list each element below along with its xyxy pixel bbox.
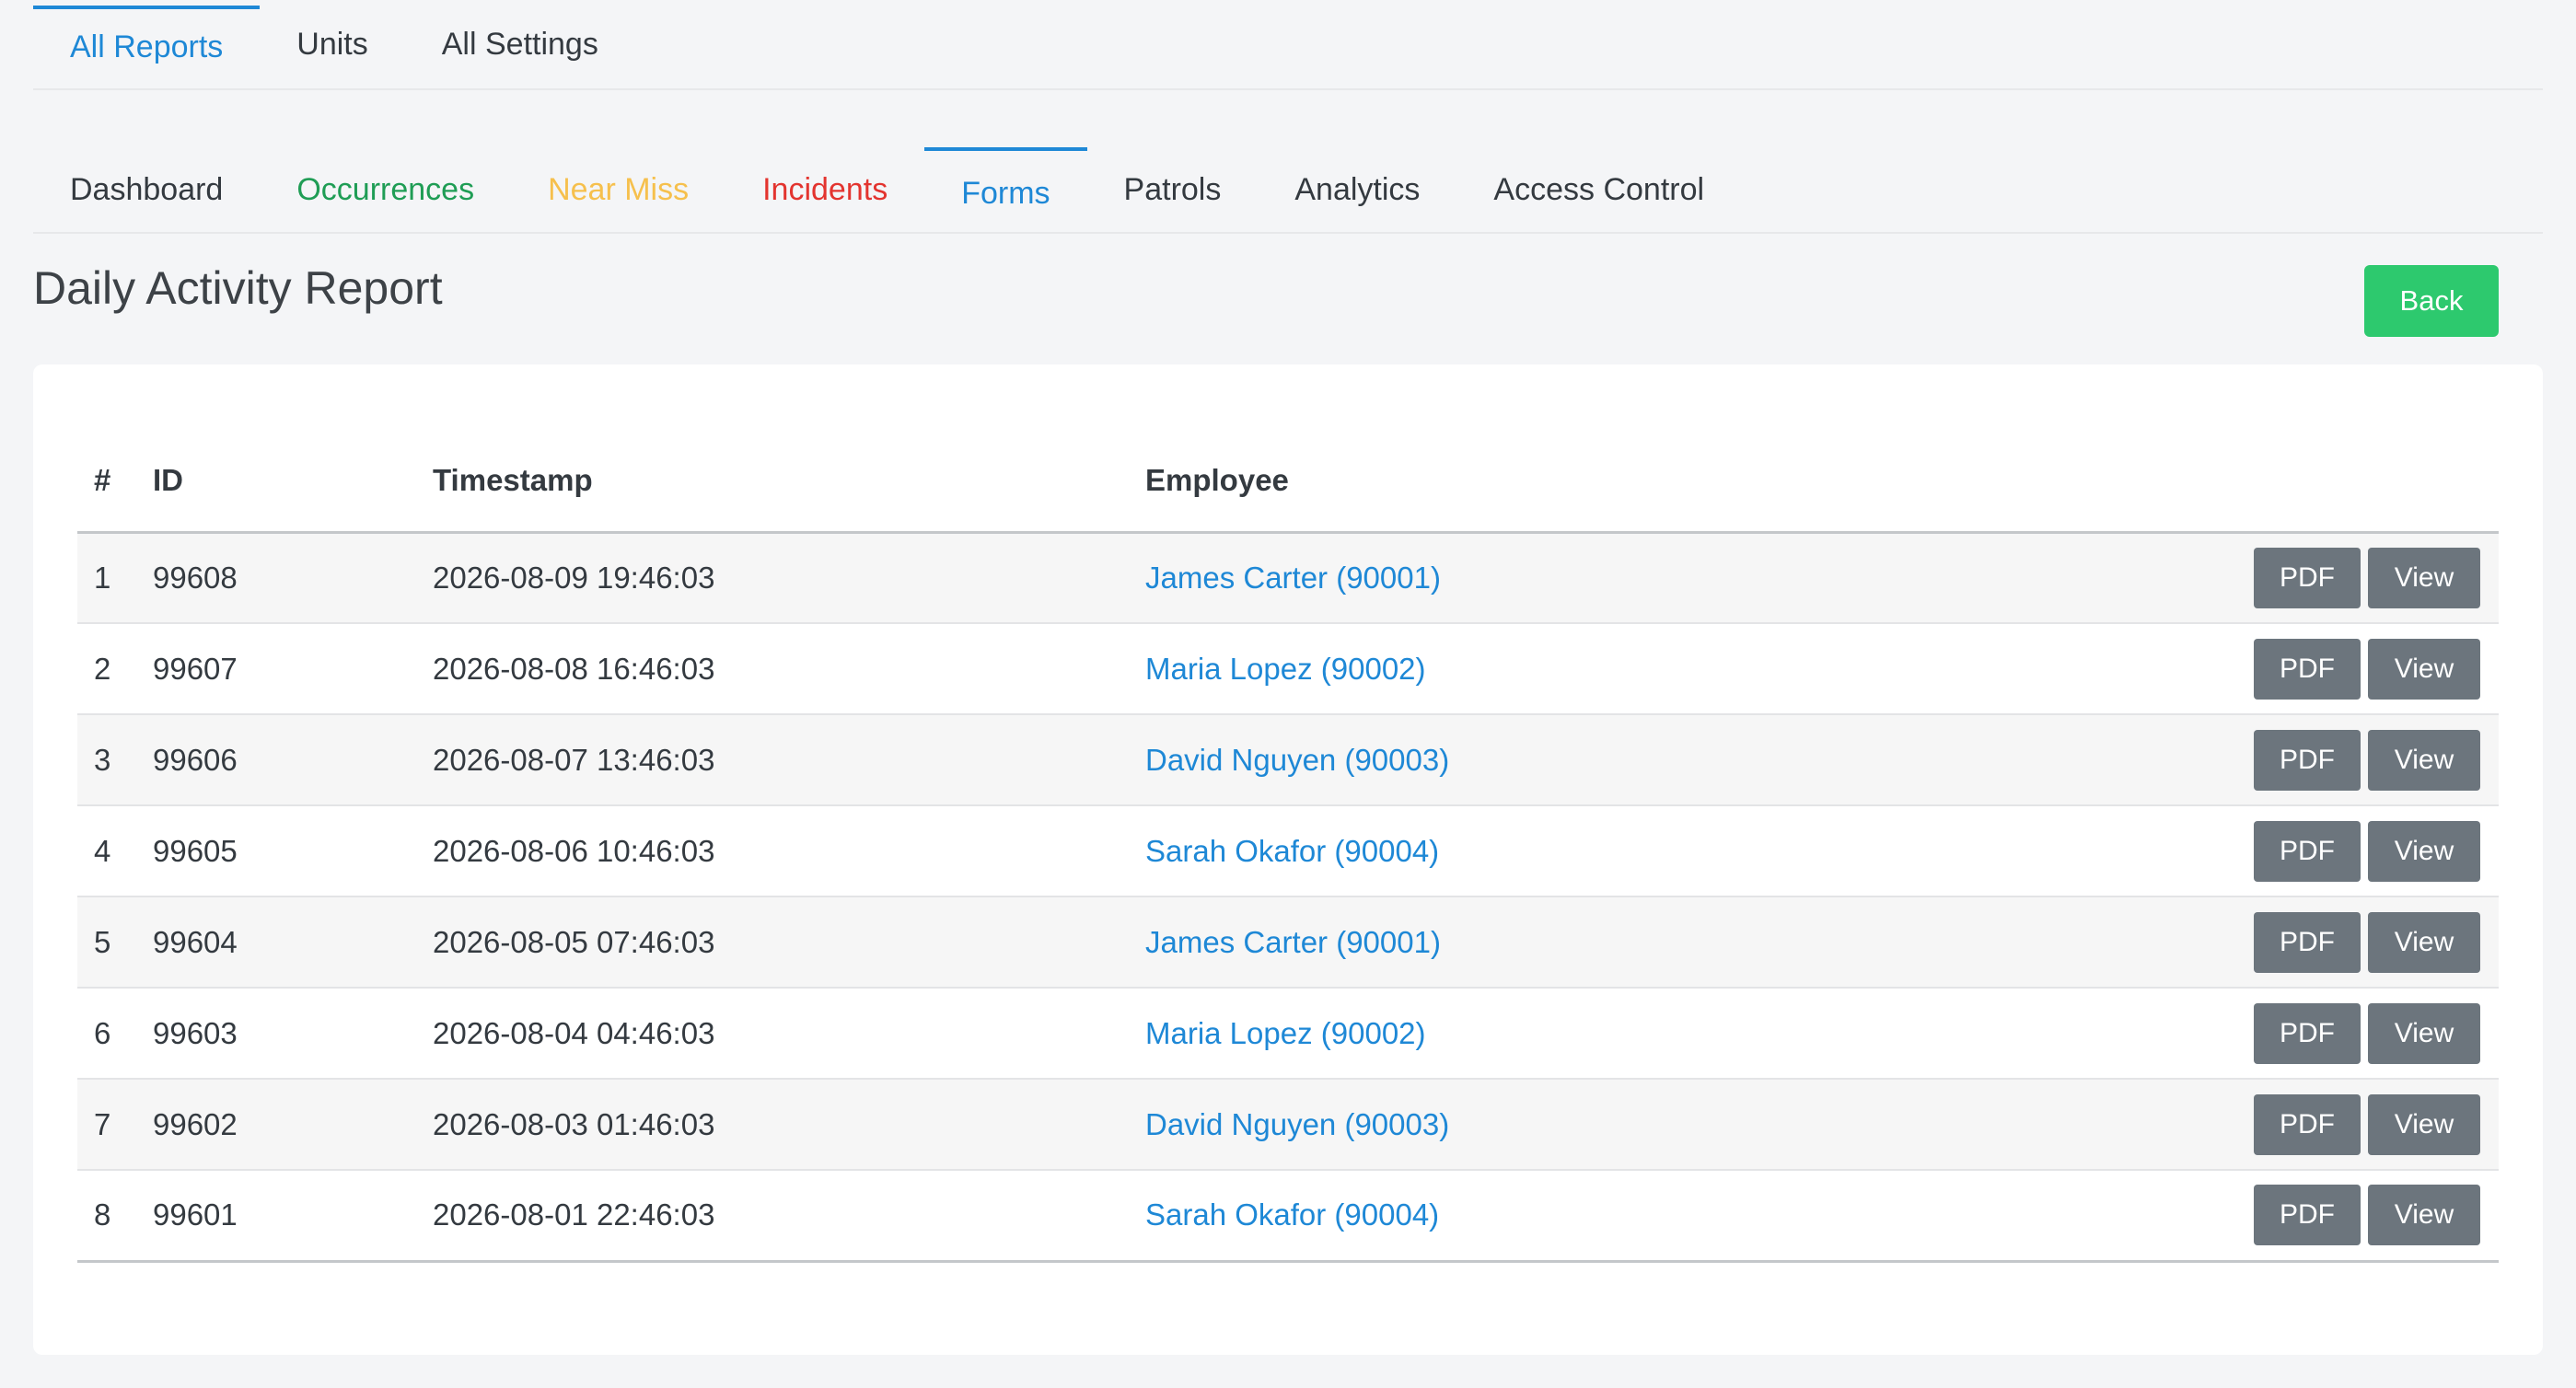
row-number: 5 (77, 896, 153, 989)
row-timestamp: 2026-08-03 01:46:03 (433, 1079, 1145, 1171)
row-actions: PDF View (1895, 1079, 2499, 1171)
row-timestamp: 2026-08-05 07:46:03 (433, 896, 1145, 989)
table-row: 3 99606 2026-08-07 13:46:03 David Nguyen… (77, 714, 2499, 806)
column-header-number: # (77, 431, 153, 534)
pdf-button[interactable]: PDF (2254, 1093, 2361, 1155)
pdf-button[interactable]: PDF (2254, 1002, 2361, 1064)
back-button[interactable]: Back (2364, 265, 2499, 337)
top-tab-bar: All Reports Units All Settings (33, 0, 2543, 90)
row-timestamp: 2026-08-06 10:46:03 (433, 805, 1145, 897)
tab-analytics[interactable]: Analytics (1258, 147, 1456, 232)
row-actions: PDF View (1895, 805, 2499, 897)
employee-link[interactable]: David Nguyen (90003) (1145, 743, 1449, 777)
view-button[interactable]: View (2368, 1185, 2480, 1246)
row-id: 99606 (153, 714, 433, 806)
row-actions: PDF View (1895, 896, 2499, 989)
employee-link[interactable]: Maria Lopez (90002) (1145, 652, 1426, 686)
table-row: 7 99602 2026-08-03 01:46:03 David Nguyen… (77, 1079, 2499, 1171)
table-row: 2 99607 2026-08-08 16:46:03 Maria Lopez … (77, 623, 2499, 715)
table-row: 1 99608 2026-08-09 19:46:03 James Carter… (77, 532, 2499, 624)
report-category-tab-bar: Dashboard Occurrences Near Miss Incident… (33, 90, 2543, 234)
column-header-timestamp: Timestamp (433, 431, 1145, 534)
row-timestamp: 2026-08-07 13:46:03 (433, 714, 1145, 806)
row-id: 99602 (153, 1079, 433, 1171)
view-button[interactable]: View (2368, 1093, 2480, 1155)
table-row: 4 99605 2026-08-06 10:46:03 Sarah Okafor… (77, 805, 2499, 897)
row-number: 6 (77, 988, 153, 1080)
row-id: 99608 (153, 532, 433, 624)
row-actions: PDF View (1895, 623, 2499, 715)
tab-all-settings[interactable]: All Settings (405, 0, 635, 88)
tab-forms[interactable]: Forms (924, 147, 1087, 232)
pdf-button[interactable]: PDF (2254, 729, 2361, 791)
row-number: 8 (77, 1170, 153, 1263)
row-employee-cell: Sarah Okafor (90004) (1145, 1170, 1896, 1263)
tab-near-miss[interactable]: Near Miss (511, 147, 725, 232)
view-button[interactable]: View (2368, 820, 2480, 882)
row-actions: PDF View (1895, 1170, 2499, 1263)
row-id: 99607 (153, 623, 433, 715)
row-number: 1 (77, 532, 153, 624)
employee-link[interactable]: David Nguyen (90003) (1145, 1107, 1449, 1141)
row-timestamp: 2026-08-09 19:46:03 (433, 532, 1145, 624)
row-id: 99601 (153, 1170, 433, 1263)
view-button[interactable]: View (2368, 547, 2480, 608)
page: All Reports Units All Settings Dashboard… (0, 0, 2576, 1388)
page-header: Daily Activity Report Back (33, 234, 2543, 364)
tab-patrols[interactable]: Patrols (1087, 147, 1259, 232)
row-employee-cell: James Carter (90001) (1145, 896, 1896, 989)
row-number: 2 (77, 623, 153, 715)
tab-incidents[interactable]: Incidents (725, 147, 924, 232)
row-timestamp: 2026-08-08 16:46:03 (433, 623, 1145, 715)
report-card: # ID Timestamp Employee 1 99608 2026-08-… (33, 364, 2543, 1355)
row-id: 99604 (153, 896, 433, 989)
view-button[interactable]: View (2368, 911, 2480, 973)
pdf-button[interactable]: PDF (2254, 547, 2361, 608)
tab-units[interactable]: Units (260, 0, 404, 88)
pdf-button[interactable]: PDF (2254, 820, 2361, 882)
row-id: 99603 (153, 988, 433, 1080)
tab-dashboard[interactable]: Dashboard (33, 147, 260, 232)
employee-link[interactable]: Maria Lopez (90002) (1145, 1016, 1426, 1050)
row-id: 99605 (153, 805, 433, 897)
row-actions: PDF View (1895, 714, 2499, 806)
row-number: 7 (77, 1079, 153, 1171)
view-button[interactable]: View (2368, 729, 2480, 791)
row-actions: PDF View (1895, 532, 2499, 624)
table-row: 8 99601 2026-08-01 22:46:03 Sarah Okafor… (77, 1170, 2499, 1263)
table-row: 6 99603 2026-08-04 04:46:03 Maria Lopez … (77, 988, 2499, 1080)
view-button[interactable]: View (2368, 638, 2480, 700)
report-table: # ID Timestamp Employee 1 99608 2026-08-… (77, 431, 2499, 1263)
row-employee-cell: Maria Lopez (90002) (1145, 623, 1896, 715)
pdf-button[interactable]: PDF (2254, 1185, 2361, 1246)
row-number: 4 (77, 805, 153, 897)
column-header-id: ID (153, 431, 433, 534)
row-employee-cell: David Nguyen (90003) (1145, 1079, 1896, 1171)
table-row: 5 99604 2026-08-05 07:46:03 James Carter… (77, 896, 2499, 989)
view-button[interactable]: View (2368, 1002, 2480, 1064)
employee-link[interactable]: Sarah Okafor (90004) (1145, 1197, 1439, 1232)
table-header: # ID Timestamp Employee (77, 431, 2499, 534)
table-body: 1 99608 2026-08-09 19:46:03 James Carter… (77, 532, 2499, 1263)
pdf-button[interactable]: PDF (2254, 911, 2361, 973)
row-actions: PDF View (1895, 988, 2499, 1080)
row-number: 3 (77, 714, 153, 806)
pdf-button[interactable]: PDF (2254, 638, 2361, 700)
column-header-employee: Employee (1145, 431, 1896, 534)
tab-access-control[interactable]: Access Control (1456, 147, 1741, 232)
row-timestamp: 2026-08-01 22:46:03 (433, 1170, 1145, 1263)
employee-link[interactable]: James Carter (90001) (1145, 561, 1441, 595)
tab-occurrences[interactable]: Occurrences (260, 147, 511, 232)
row-employee-cell: Maria Lopez (90002) (1145, 988, 1896, 1080)
column-header-actions (1895, 431, 2499, 534)
tab-all-reports[interactable]: All Reports (33, 0, 261, 88)
row-employee-cell: James Carter (90001) (1145, 532, 1896, 624)
table-header-row: # ID Timestamp Employee (77, 431, 2499, 534)
row-employee-cell: David Nguyen (90003) (1145, 714, 1896, 806)
row-timestamp: 2026-08-04 04:46:03 (433, 988, 1145, 1080)
row-employee-cell: Sarah Okafor (90004) (1145, 805, 1896, 897)
employee-link[interactable]: James Carter (90001) (1145, 925, 1441, 959)
employee-link[interactable]: Sarah Okafor (90004) (1145, 834, 1439, 868)
page-title: Daily Activity Report (33, 262, 443, 314)
